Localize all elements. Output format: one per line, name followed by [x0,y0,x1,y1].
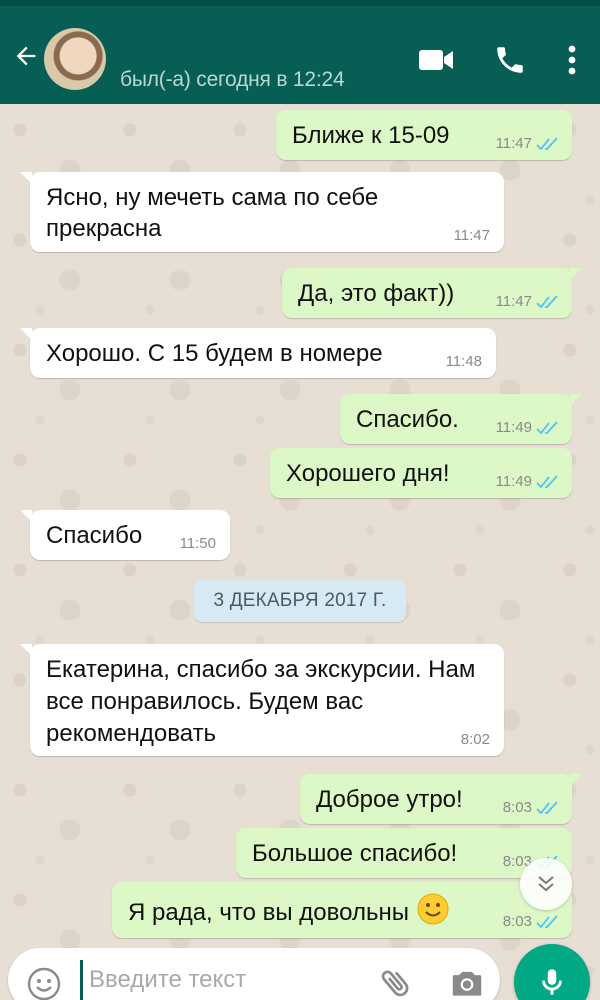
message-bubble-outgoing[interactable]: Ближе к 15-09 11:47 [276,110,572,160]
message-text: Хорошо. С 15 будем в номере [46,340,383,367]
message-list[interactable]: Ближе к 15-09 11:47 Ясно, ну мечеть сама… [0,104,600,940]
phone-icon [497,47,523,73]
back-button[interactable] [8,36,44,76]
camera-icon[interactable] [448,964,486,1000]
message-composer [8,948,500,1000]
voice-call-button[interactable] [488,40,532,80]
message-time: 11:49 [495,473,532,490]
date-divider: 3 ДЕКАБРЯ 2017 Г. [194,580,406,622]
message-time: 11:47 [453,227,490,244]
chevron-double-down-icon [538,876,554,892]
message-bubble-incoming[interactable]: Ясно, ну мечеть сама по себе прекрасна 1… [20,172,504,252]
message-time: 11:48 [445,353,482,370]
message-time: 11:47 [495,293,532,310]
double-check-read-icon [536,475,558,489]
message-time: 11:47 [495,135,532,152]
message-time: 8:02 [460,731,490,748]
message-bubble-outgoing[interactable]: Спасибо. 11:49 [340,394,582,444]
message-text: Доброе утро! [316,786,463,813]
message-time: 8:03 [502,799,532,816]
message-bubble-outgoing[interactable]: Доброе утро! 8:03 [300,774,582,824]
message-text: Ближе к 15-09 [292,122,450,149]
message-time: 11:50 [179,535,216,552]
scroll-to-bottom-button[interactable] [520,858,572,910]
message-bubble-outgoing[interactable]: Да, это факт)) 11:47 [282,268,582,318]
arrow-left-icon [16,46,36,66]
emoji-icon[interactable] [26,966,62,1000]
message-text: Ясно, ну мечеть сама по себе прекрасна [46,184,379,242]
paperclip-icon[interactable] [378,964,414,1000]
contact-avatar[interactable] [44,28,106,90]
message-bubble-outgoing[interactable]: Хорошего дня! 11:49 [270,448,572,498]
more-vertical-icon [568,45,576,75]
message-text: Екатерина, спасибо за экскурсии. Нам все… [46,656,476,747]
message-time: 11:49 [495,419,532,436]
message-text: Спасибо. [356,406,459,433]
message-text: Хорошего дня! [286,460,450,487]
more-options-button[interactable] [562,40,582,80]
chat-header: был(-а) сегодня в 12:24 [0,0,600,104]
double-check-read-icon [536,421,558,435]
double-check-read-icon [536,295,558,309]
message-input[interactable] [80,960,360,1000]
video-camera-icon [419,50,453,70]
video-call-button[interactable] [414,40,458,80]
message-time: 8:03 [502,913,532,930]
message-bubble-incoming[interactable]: Спасибо 11:50 [20,510,230,560]
message-bubble-incoming[interactable]: Хорошо. С 15 будем в номере 11:48 [20,328,496,378]
message-text: Да, это факт)) [298,280,455,307]
message-text: Спасибо [46,522,143,549]
message-text: Большое спасибо! [252,840,458,867]
message-bubble-outgoing[interactable]: Большое спасибо! 8:03 [236,828,572,878]
message-bubble-outgoing[interactable]: Я рада, что вы довольны 8:03 [112,882,572,938]
smiling-face-emoji-icon [417,893,449,925]
last-seen-status: был(-а) сегодня в 12:24 [120,68,345,91]
double-check-read-icon [536,915,558,929]
message-text: Я рада, что вы довольны [128,899,409,926]
microphone-icon [542,969,562,995]
double-check-read-icon [536,801,558,815]
message-bubble-incoming[interactable]: Екатерина, спасибо за экскурсии. Нам все… [20,644,504,756]
double-check-read-icon [536,137,558,151]
